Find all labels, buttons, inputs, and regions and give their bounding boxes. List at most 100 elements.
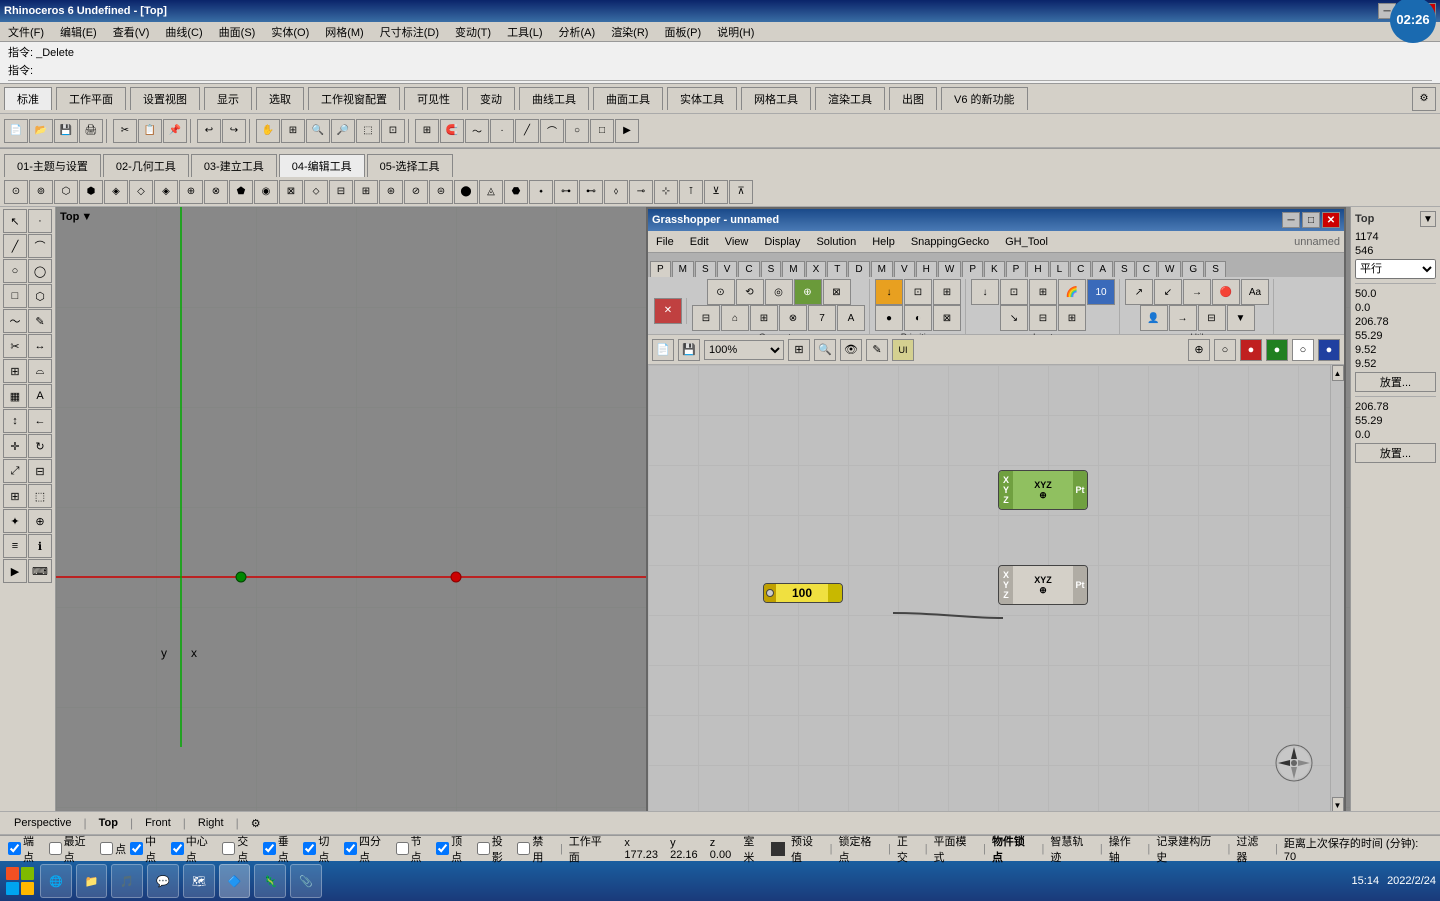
tab-transform[interactable]: 变动 — [467, 87, 515, 110]
rp-btn-place-2[interactable]: 放置... — [1355, 443, 1436, 463]
taskbar-media[interactable]: 🎵 — [111, 864, 143, 898]
gh-prim-5[interactable]: ◐ — [904, 305, 932, 331]
gh-white-btn[interactable]: ○ — [1292, 339, 1314, 361]
gh-menu-solution[interactable]: Solution — [812, 235, 860, 249]
menu-mesh[interactable]: 网格(M) — [321, 23, 368, 41]
tab-solidtool[interactable]: 实体工具 — [667, 87, 737, 110]
gh-sphere2-btn[interactable]: ○ — [1214, 339, 1236, 361]
gh-menu-view[interactable]: View — [721, 235, 753, 249]
taskbar-ie[interactable]: 🌐 — [40, 864, 72, 898]
gh-tab-P[interactable]: P — [650, 261, 671, 277]
save-btn[interactable]: 💾 — [54, 119, 78, 143]
tab-meshtool[interactable]: 网格工具 — [741, 87, 811, 110]
snap-endpoint-check[interactable] — [8, 842, 21, 855]
gh-tab-M3[interactable]: M — [871, 261, 893, 277]
snap-project-check[interactable] — [477, 842, 490, 855]
polygon-tool[interactable]: ⬡ — [28, 284, 52, 308]
gh-util-2[interactable]: ↙ — [1154, 279, 1182, 305]
gh-canvas-scrollbar[interactable]: ▲ ▼ — [1330, 365, 1344, 811]
gh-scroll-down-btn[interactable]: ▼ — [1332, 797, 1344, 811]
snap-point-check[interactable] — [100, 842, 113, 855]
array-tool[interactable]: ⊞ — [3, 484, 27, 508]
gh-red-btn[interactable]: ● — [1240, 339, 1262, 361]
t2-btn15[interactable]: ⊞ — [354, 180, 378, 204]
undo-btn[interactable]: ↩ — [197, 119, 221, 143]
gh-util-9[interactable]: ▼ — [1227, 305, 1255, 331]
gh-util-3[interactable]: → — [1183, 279, 1211, 305]
zoom-select[interactable]: 100% 75% 50% 150% 200% — [704, 340, 784, 360]
t2-btn18[interactable]: ⊜ — [429, 180, 453, 204]
menu-help[interactable]: 说明(H) — [713, 23, 758, 41]
t2-btn2[interactable]: ⊚ — [29, 180, 53, 204]
gh-geo-4[interactable]: ⊕ — [794, 279, 822, 305]
tab-select[interactable]: 选取 — [256, 87, 304, 110]
move-tool[interactable]: ✛ — [3, 434, 27, 458]
gh-ui-btn[interactable]: UI — [892, 339, 914, 361]
t2-btn13[interactable]: ⬦ — [304, 180, 328, 204]
text-tool[interactable]: A — [28, 384, 52, 408]
tab-seltool[interactable]: 05-选择工具 — [367, 154, 453, 177]
gh-maximize-btn[interactable]: □ — [1302, 212, 1320, 228]
gh-util-8[interactable]: ⊟ — [1198, 305, 1226, 331]
status-center[interactable]: 中心点 — [171, 833, 218, 865]
gh-tab-P2[interactable]: P — [962, 261, 983, 277]
t2-btn10[interactable]: ⬟ — [229, 180, 253, 204]
tab-theme[interactable]: 01-主题与设置 — [4, 154, 101, 177]
gh-input-8[interactable]: ⊞ — [1058, 305, 1086, 331]
menu-view[interactable]: 查看(V) — [109, 23, 154, 41]
status-point[interactable]: 点 — [100, 841, 126, 857]
gh-geo-10[interactable]: 7 — [808, 305, 836, 331]
gh-tab-L[interactable]: L — [1050, 261, 1070, 277]
vp-tab-front[interactable]: Front — [135, 815, 181, 831]
gh-geo-6[interactable]: ⊟ — [692, 305, 720, 331]
macro-tool[interactable]: ▶ — [3, 559, 27, 583]
line-tool[interactable]: ╱ — [3, 234, 27, 258]
menu-curve[interactable]: 曲线(C) — [161, 23, 206, 41]
gh-tab-K[interactable]: K — [984, 261, 1005, 277]
tab-setview[interactable]: 设置视图 — [130, 87, 200, 110]
point-btn[interactable]: · — [490, 119, 514, 143]
t2-btn24[interactable]: ⊷ — [579, 180, 603, 204]
gh-util-1[interactable]: ↗ — [1125, 279, 1153, 305]
gh-tab-W[interactable]: W — [938, 261, 961, 277]
menu-panel[interactable]: 面板(P) — [660, 23, 705, 41]
gh-input-4[interactable]: 🌈 — [1058, 279, 1086, 305]
t2-btn17[interactable]: ⊘ — [404, 180, 428, 204]
status-endpoint[interactable]: 端点 — [8, 833, 45, 865]
gh-util-7[interactable]: → — [1169, 305, 1197, 331]
gh-input-7[interactable]: ⊟ — [1029, 305, 1057, 331]
gh-input-3[interactable]: ⊞ — [1029, 279, 1057, 305]
zoom-all-btn[interactable]: ⊡ — [381, 119, 405, 143]
gh-prim-1[interactable]: ↓ — [875, 279, 903, 305]
gh-blue-btn[interactable]: ● — [1318, 339, 1340, 361]
snap-mid-check[interactable] — [130, 842, 143, 855]
status-perp[interactable]: 垂点 — [263, 833, 300, 865]
rect-btn[interactable]: □ — [590, 119, 614, 143]
gh-tab-A[interactable]: A — [1092, 261, 1113, 277]
snap-center-check[interactable] — [171, 842, 184, 855]
rp-btn-place-1[interactable]: 放置... — [1355, 372, 1436, 392]
gh-minimize-btn[interactable]: ─ — [1282, 212, 1300, 228]
menu-dim[interactable]: 尺寸标注(D) — [376, 23, 443, 41]
taskbar-chat[interactable]: 💬 — [147, 864, 179, 898]
grid-btn[interactable]: ⊞ — [415, 119, 439, 143]
snap-knot-check[interactable] — [396, 842, 409, 855]
menu-surface[interactable]: 曲面(S) — [215, 23, 260, 41]
gh-menu-ghtool[interactable]: GH_Tool — [1001, 235, 1052, 249]
t2-btn21[interactable]: ⬣ — [504, 180, 528, 204]
gh-geo-2[interactable]: ⟲ — [736, 279, 764, 305]
tab-rendertool[interactable]: 渲染工具 — [815, 87, 885, 110]
rp-scroll-btn[interactable]: ▼ — [1420, 211, 1436, 227]
t2-btn20[interactable]: ◬ — [479, 180, 503, 204]
select-tool[interactable]: ↖ — [3, 209, 27, 233]
cut-btn[interactable]: ✂ — [113, 119, 137, 143]
gh-geo-5[interactable]: ⊠ — [823, 279, 851, 305]
status-project[interactable]: 投影 — [477, 833, 514, 865]
offset-tool[interactable]: ⊞ — [3, 359, 27, 383]
more-btn[interactable]: ▶ — [615, 119, 639, 143]
menu-analysis[interactable]: 分析(A) — [555, 23, 600, 41]
snap-quad-check[interactable] — [344, 842, 357, 855]
t2-btn6[interactable]: ◇ — [129, 180, 153, 204]
gh-input-6[interactable]: ↘ — [1000, 305, 1028, 331]
gh-util-6[interactable]: 👤 — [1140, 305, 1168, 331]
